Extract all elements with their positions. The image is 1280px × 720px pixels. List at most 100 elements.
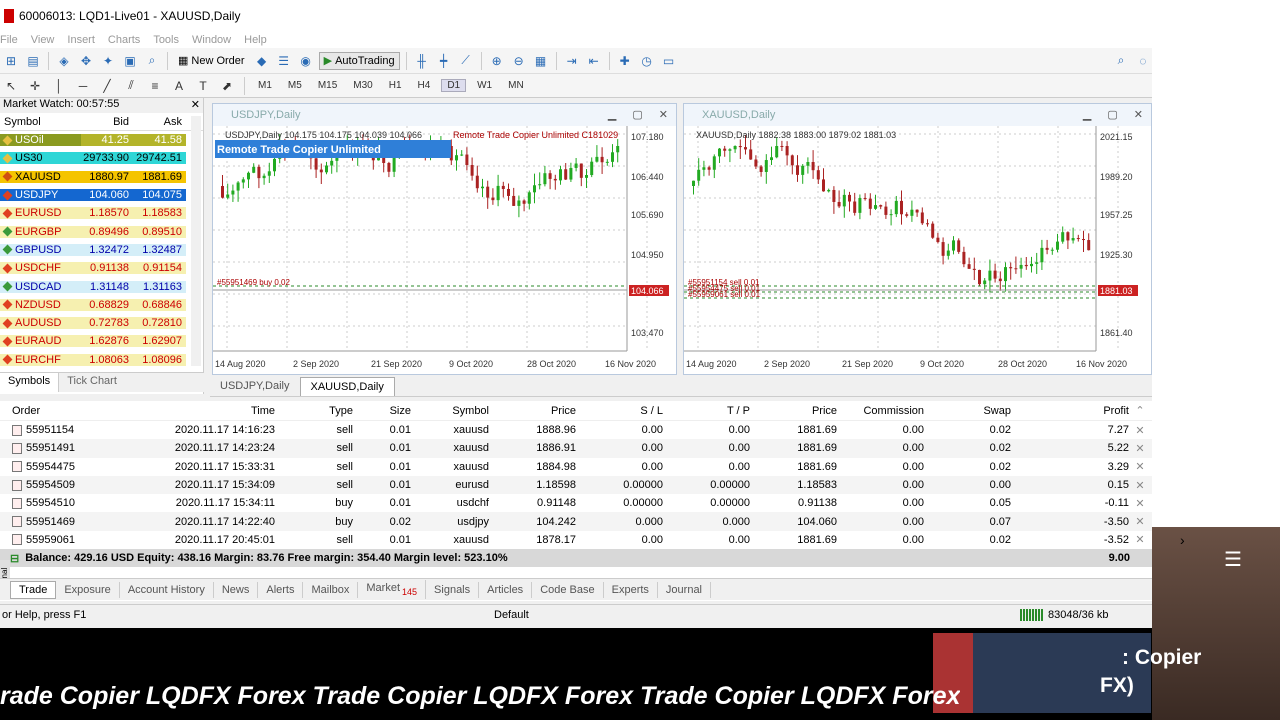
signals-icon[interactable]: ☰ <box>275 52 293 70</box>
chart-body[interactable]: 107.180106.440105.690104.950104.210104.0… <box>213 126 676 374</box>
minimize-icon[interactable]: ▁ <box>1083 108 1091 121</box>
close-order-icon[interactable]: ✕ <box>1129 442 1151 455</box>
fibo-icon[interactable]: ≡ <box>146 77 164 95</box>
col-swap[interactable]: Swap <box>924 405 1011 417</box>
globe-icon[interactable]: ◉ <box>297 52 315 70</box>
timeframe-d1[interactable]: D1 <box>441 79 467 92</box>
order-row[interactable]: 55951154 2020.11.17 14:16:23 sell 0.01 xauus… <box>0 421 1152 440</box>
close-order-icon[interactable]: ✕ <box>1129 497 1151 510</box>
market-watch-row[interactable]: USDJPY 104.060 104.075 <box>0 186 203 204</box>
market-watch-row[interactable]: NZDUSD 0.68829 0.68846 <box>0 296 203 314</box>
text-icon[interactable]: A <box>170 77 188 95</box>
col-sl[interactable]: S / L <box>576 405 663 417</box>
tab-trade[interactable]: Trade <box>10 580 57 599</box>
timeframe-w1[interactable]: W1 <box>472 80 497 91</box>
col-symbol[interactable]: Symbol <box>0 116 81 128</box>
order-row[interactable]: 55959061 2020.11.17 20:45:01 sell 0.01 xauus… <box>0 530 1152 550</box>
col-type[interactable]: Type <box>275 405 353 417</box>
auto-scroll-icon[interactable]: ⇥ <box>563 52 581 70</box>
col-profit[interactable]: Profit <box>1011 405 1129 417</box>
chart-body[interactable]: 2021.151989.201957.251925.301893.351881.… <box>684 126 1151 374</box>
cursor-icon[interactable]: ↖ <box>2 77 20 95</box>
search-icon[interactable]: ⌕ <box>1112 52 1130 70</box>
close-icon[interactable]: ✕ <box>1134 108 1143 121</box>
timeframe-mn[interactable]: MN <box>503 80 529 91</box>
menu-help[interactable]: Help <box>244 34 280 46</box>
bar-chart-icon[interactable]: ╫ <box>413 52 431 70</box>
candlestick-icon[interactable]: ┿ <box>435 52 453 70</box>
candlestick-chart[interactable]: 107.180106.440105.690104.950104.210104.0… <box>213 126 676 374</box>
chat-icon[interactable]: ◌ <box>1134 52 1152 70</box>
timeframe-m15[interactable]: M15 <box>313 80 342 91</box>
crosshair-icon[interactable]: ✛ <box>26 77 44 95</box>
market-watch-row[interactable]: EURAUD 1.62876 1.62907 <box>0 332 203 350</box>
channel-icon[interactable]: ⫽ <box>122 77 140 95</box>
tab-market[interactable]: Market 145 <box>358 580 427 599</box>
market-watch-row[interactable]: GBPUSD 1.32472 1.32487 <box>0 241 203 259</box>
line-chart-icon[interactable]: ⟋ <box>457 52 475 70</box>
close-order-icon[interactable]: ✕ <box>1129 479 1151 492</box>
order-row[interactable]: 55954475 2020.11.17 15:33:31 sell 0.01 xauus… <box>0 457 1152 476</box>
maximize-icon[interactable]: ▢ <box>632 108 642 121</box>
market-watch-row[interactable]: USOil 41.25 41.58 <box>0 131 203 149</box>
tab-experts[interactable]: Experts <box>604 581 658 598</box>
chart-shift-icon[interactable]: ⇤ <box>585 52 603 70</box>
market-watch-row[interactable]: EURGBP 0.89496 0.89510 <box>0 222 203 240</box>
col-time[interactable]: Time <box>120 405 275 417</box>
horizontal-line-icon[interactable]: ─ <box>74 77 92 95</box>
market-watch-row[interactable]: XAUUSD 1880.97 1881.69 <box>0 168 203 186</box>
col-bid[interactable]: Bid <box>81 116 131 128</box>
market-watch-row[interactable]: EURUSD 1.18570 1.18583 <box>0 204 203 222</box>
tab-exposure[interactable]: Exposure <box>56 581 120 598</box>
col-tp[interactable]: T / P <box>663 405 750 417</box>
market-watch-icon[interactable]: ◈ <box>55 52 73 70</box>
label-icon[interactable]: T <box>194 77 212 95</box>
col-order[interactable]: Order <box>0 405 120 417</box>
new-chart-icon[interactable]: ⊞ <box>2 52 20 70</box>
data-window-icon[interactable]: ✥ <box>77 52 95 70</box>
col-symbol[interactable]: Symbol <box>411 405 489 417</box>
market-watch-row[interactable]: EURCHF 1.08063 1.08096 <box>0 351 203 369</box>
close-order-icon[interactable]: ✕ <box>1129 515 1151 528</box>
navigator-icon[interactable]: ✦ <box>99 52 117 70</box>
tab-signals[interactable]: Signals <box>426 581 480 598</box>
templates-icon[interactable]: ▭ <box>660 52 678 70</box>
trendline-icon[interactable]: ╱ <box>98 77 116 95</box>
menu-charts[interactable]: Charts <box>108 34 153 46</box>
menu-insert[interactable]: Insert <box>67 34 108 46</box>
menu-icon[interactable]: ☰ <box>1224 547 1242 572</box>
candlestick-chart[interactable]: 2021.151989.201957.251925.301893.351881.… <box>684 126 1151 374</box>
indicators-icon[interactable]: ✚ <box>616 52 634 70</box>
profiles-icon[interactable]: ▤ <box>24 52 42 70</box>
tab-articles[interactable]: Articles <box>479 581 533 598</box>
arrows-icon[interactable]: ⬈ <box>218 77 236 95</box>
tile-windows-icon[interactable]: ▦ <box>532 52 550 70</box>
status-profile[interactable]: Default <box>490 609 1020 621</box>
new-order-button[interactable]: ▦ New Order <box>174 52 249 70</box>
autotrading-button[interactable]: ▶ AutoTrading <box>318 51 400 70</box>
order-row[interactable]: 55951491 2020.11.17 14:23:24 sell 0.01 xauus… <box>0 439 1152 458</box>
col-price[interactable]: Price <box>489 405 576 417</box>
minimize-icon[interactable]: ▁ <box>608 108 616 121</box>
close-icon[interactable]: ✕ <box>659 108 668 121</box>
chart-window-xauusd[interactable]: XAUUSD,Daily ▁ ▢ ✕ 2021.15 1989.20 1957.25… <box>683 103 1152 375</box>
tab-code-base[interactable]: Code Base <box>532 581 604 598</box>
metaeditor-icon[interactable]: ◆ <box>253 52 271 70</box>
order-row[interactable]: 55951469 2020.11.17 14:22:40 buy 0.02 usdjpy… <box>0 512 1152 531</box>
scrollbar[interactable] <box>191 116 201 366</box>
tab-alerts[interactable]: Alerts <box>258 581 304 598</box>
close-order-icon[interactable]: ✕ <box>1129 424 1151 437</box>
tab-journal[interactable]: Journal <box>658 581 711 598</box>
chevron-right-icon[interactable]: › <box>1180 532 1185 548</box>
tab-xauusd-daily[interactable]: XAUUSD,Daily <box>299 377 395 396</box>
menu-tools[interactable]: Tools <box>153 34 192 46</box>
tab-account-history[interactable]: Account History <box>120 581 214 598</box>
tester-icon[interactable]: ⌕ <box>143 52 161 70</box>
timeframe-h1[interactable]: H1 <box>384 80 407 91</box>
periods-icon[interactable]: ◷ <box>638 52 656 70</box>
market-watch-row[interactable]: US30 29733.90 29742.51 <box>0 149 203 167</box>
tab-mailbox[interactable]: Mailbox <box>303 581 359 598</box>
close-order-icon[interactable]: ✕ <box>1129 533 1151 546</box>
close-order-icon[interactable]: ✕ <box>1129 460 1151 473</box>
timeframe-m5[interactable]: M5 <box>283 80 307 91</box>
